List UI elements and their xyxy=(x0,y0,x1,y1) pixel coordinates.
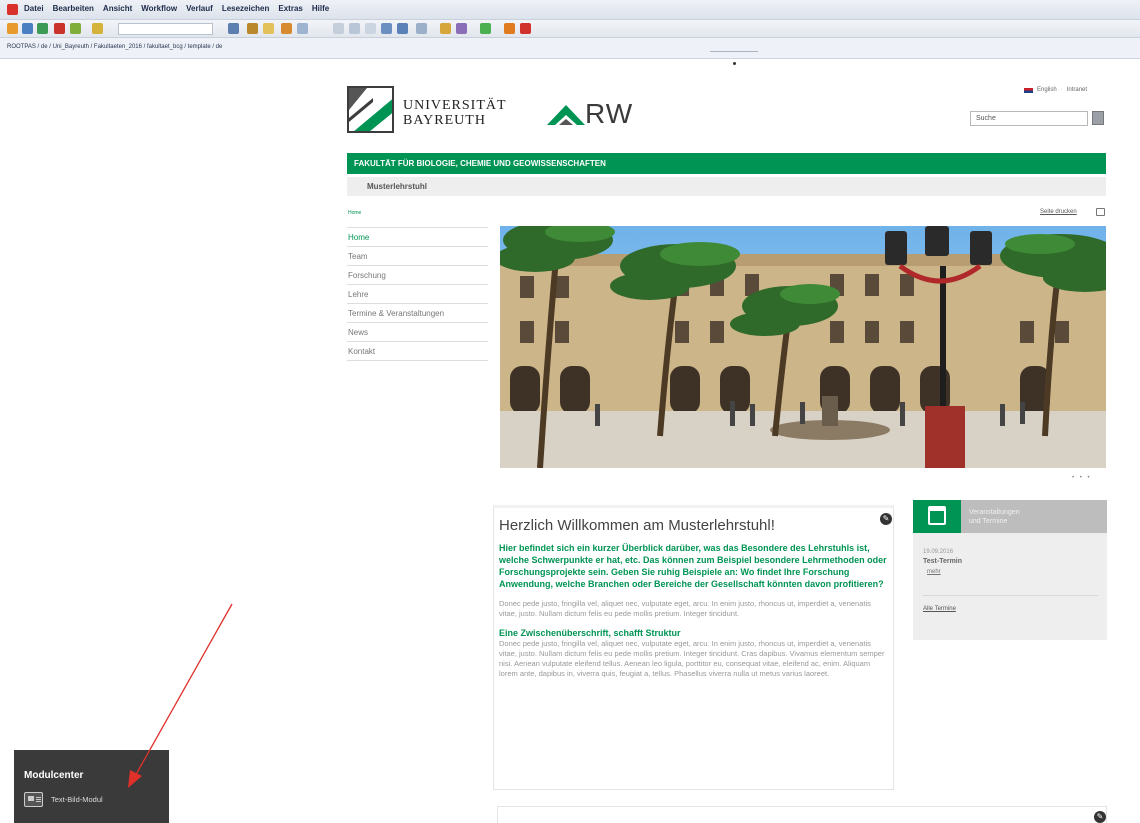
nav-item-team[interactable]: Team xyxy=(347,246,488,265)
menu-hilfe[interactable]: Hilfe xyxy=(312,4,329,13)
language-links: English · Intranet xyxy=(1024,87,1087,93)
menu-lesezeichen[interactable]: Lesezeichen xyxy=(222,4,270,13)
english-link[interactable]: English xyxy=(1037,87,1057,93)
pencil-icon[interactable] xyxy=(281,23,292,34)
nav-item-news[interactable]: News xyxy=(347,322,488,341)
menu-list: Datei Bearbeiten Ansicht Workflow Verlau… xyxy=(24,4,329,13)
print-link[interactable]: Seite drucken xyxy=(1040,209,1077,215)
university-name-line1: UNIVERSITÄT xyxy=(403,98,507,113)
nav-item-termine[interactable]: Termine & Veranstaltungen xyxy=(347,303,488,322)
edit-module-icon[interactable]: ✎ xyxy=(880,513,892,525)
link-separator: · xyxy=(1060,87,1063,93)
close-icon[interactable] xyxy=(520,23,531,34)
app-logo-icon xyxy=(7,4,18,15)
annotation-arrow xyxy=(128,603,233,788)
search-icon[interactable] xyxy=(228,23,239,34)
home-icon[interactable] xyxy=(7,23,18,34)
nav-item-lehre[interactable]: Lehre xyxy=(347,284,488,303)
page-icon[interactable] xyxy=(333,23,344,34)
calendar-icon xyxy=(928,506,946,525)
splitter-handle-icon[interactable] xyxy=(733,62,736,65)
english-flag-icon xyxy=(1024,87,1033,93)
events-title-line1: Veranstaltungen xyxy=(969,509,1020,516)
welcome-paragraph: Donec pede justo, fringilla vel, aliquet… xyxy=(499,599,871,618)
second-module[interactable] xyxy=(497,806,1107,823)
event-date: 19.09.2016 xyxy=(923,549,954,555)
welcome-title: Herzlich Willkommen am Musterlehrstuhl! xyxy=(499,517,775,534)
event-title[interactable]: Test-Termin xyxy=(923,558,962,565)
content-path[interactable]: ROOTPAS / de / Uni_Bayreuth / Fakultaete… xyxy=(7,44,222,50)
university-name-line2: BAYREUTH xyxy=(403,113,486,128)
menu-workflow[interactable]: Workflow xyxy=(141,4,177,13)
cms-toolbar xyxy=(0,20,1140,38)
tag-icon[interactable] xyxy=(456,23,467,34)
university-logo-icon[interactable] xyxy=(347,86,394,133)
welcome-module[interactable]: Herzlich Willkommen am Musterlehrstuhl! … xyxy=(493,505,894,790)
modulcenter-title: Modulcenter xyxy=(24,770,84,781)
menu-verlauf[interactable]: Verlauf xyxy=(186,4,213,13)
all-events-link[interactable]: Alle Termine xyxy=(923,606,956,612)
text-image-module-label[interactable]: Text-Bild-Modul xyxy=(51,795,103,804)
text-image-module-icon[interactable] xyxy=(24,792,43,807)
welcome-intro: Hier befindet sich ein kurzer Überblick … xyxy=(499,543,887,589)
text-image-module-item[interactable]: Text-Bild-Modul xyxy=(24,792,103,807)
tools-icon[interactable] xyxy=(247,23,258,34)
refresh-icon[interactable] xyxy=(480,23,491,34)
menu-bearbeiten[interactable]: Bearbeiten xyxy=(53,4,94,13)
menu-extras[interactable]: Extras xyxy=(278,4,302,13)
path-bar: ROOTPAS / de / Uni_Bayreuth / Fakultaete… xyxy=(0,38,1140,59)
page2-icon[interactable] xyxy=(349,23,360,34)
publish-icon[interactable] xyxy=(70,23,81,34)
university-name[interactable]: UNIVERSITÄT BAYREUTH xyxy=(403,98,507,128)
events-box: Veranstaltungen und Termine 19.09.2016 T… xyxy=(913,500,1107,640)
breadcrumb[interactable]: Home xyxy=(348,210,361,216)
hero-image[interactable] xyxy=(500,226,1106,468)
chair-title[interactable]: Musterlehrstuhl xyxy=(347,177,1106,196)
page3-icon[interactable] xyxy=(365,23,376,34)
welcome-paragraph-2: Donec pede justo, fringilla vel, aliquet… xyxy=(499,639,885,678)
back-icon[interactable] xyxy=(22,23,33,34)
delete-icon[interactable] xyxy=(54,23,65,34)
events-calendar-block xyxy=(913,500,961,533)
workflow-icon[interactable] xyxy=(440,23,451,34)
slider-dots[interactable]: • • • xyxy=(1072,475,1092,481)
site-search-input[interactable]: Suche xyxy=(970,111,1088,126)
help-icon[interactable] xyxy=(504,23,515,34)
nav-item-kontakt[interactable]: Kontakt xyxy=(347,341,488,360)
view-icon[interactable] xyxy=(381,23,392,34)
edit-module-2-icon[interactable]: ✎ xyxy=(1094,811,1106,823)
intranet-link[interactable]: Intranet xyxy=(1067,87,1087,93)
faculty-bar[interactable]: Fakultät für Biologie, Chemie und Geowis… xyxy=(347,153,1106,174)
print-icon[interactable] xyxy=(1096,208,1105,216)
events-title[interactable]: Veranstaltungen und Termine xyxy=(969,508,1020,526)
preview-icon[interactable] xyxy=(397,23,408,34)
welcome-subheading: Eine Zwischenüberschrift, schafft Strukt… xyxy=(499,628,681,638)
search-button-icon[interactable] xyxy=(1092,111,1104,125)
menu-ansicht[interactable]: Ansicht xyxy=(103,4,132,13)
edit-icon[interactable] xyxy=(92,23,103,34)
sidebar-nav: Home Team Forschung Lehre Termine & Vera… xyxy=(347,227,488,361)
nav-divider xyxy=(347,360,488,361)
rw-logo-icon[interactable] xyxy=(547,103,585,127)
menu-datei[interactable]: Datei xyxy=(24,4,44,13)
toolbar-search-input[interactable] xyxy=(118,23,213,35)
nav-item-home[interactable]: Home xyxy=(347,227,488,246)
forward-icon[interactable] xyxy=(37,23,48,34)
layout-icon[interactable] xyxy=(416,23,427,34)
frame-splitter[interactable] xyxy=(710,51,758,56)
nav-item-forschung[interactable]: Forschung xyxy=(347,265,488,284)
event-more-link[interactable]: mehr xyxy=(927,569,941,575)
cms-menubar: Datei Bearbeiten Ansicht Workflow Verlau… xyxy=(0,0,1140,20)
events-divider xyxy=(923,595,1098,596)
folder-icon[interactable] xyxy=(263,23,274,34)
events-title-line2: und Termine xyxy=(969,518,1008,525)
rw-logo-text[interactable]: RW xyxy=(585,98,633,130)
copy-icon[interactable] xyxy=(297,23,308,34)
